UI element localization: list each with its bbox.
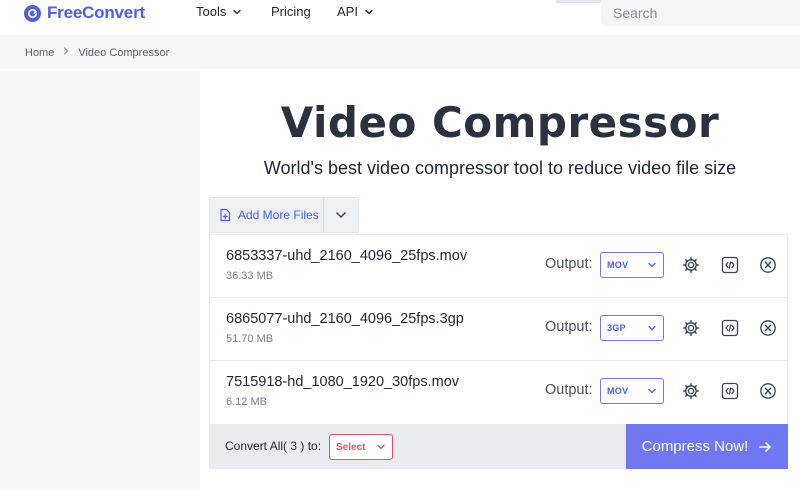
output-label: Output: <box>545 256 593 272</box>
chevron-down-icon <box>648 388 656 394</box>
add-more-files-label: Add More Files <box>238 208 319 222</box>
nav-tools[interactable]: Tools <box>196 4 242 19</box>
chevron-down-icon <box>377 444 385 450</box>
chevron-down-icon <box>233 9 242 14</box>
chevron-down-icon <box>648 325 656 331</box>
output-format-select[interactable]: MOV <box>600 378 664 404</box>
file-plus-icon <box>220 208 231 222</box>
nav-pricing-label: Pricing <box>271 4 311 19</box>
code-icon[interactable] <box>720 255 740 275</box>
add-more-files-button[interactable]: Add More Files <box>210 198 323 232</box>
left-pane <box>0 70 200 490</box>
gear-icon[interactable] <box>681 255 701 275</box>
file-size: 36.33 MB <box>226 270 274 282</box>
file-list: 6853337-uhd_2160_4096_25fps.mov 36.33 MB… <box>209 234 788 425</box>
nav-tools-label: Tools <box>196 4 227 19</box>
file-size: 51.70 MB <box>226 333 274 345</box>
page-title: Video Compressor <box>280 98 720 147</box>
nav-api-label: API <box>337 4 358 19</box>
main-content: Video Compressor World's best video comp… <box>0 70 800 490</box>
file-name: 6853337-uhd_2160_4096_25fps.mov <box>226 248 468 264</box>
add-files-control: Add More Files <box>209 197 359 233</box>
output-format-value: 3GP <box>607 323 626 333</box>
add-files-dropdown-toggle[interactable] <box>322 198 359 232</box>
output-format-select[interactable]: MOV <box>600 252 664 278</box>
nav-pricing[interactable]: Pricing <box>271 4 311 19</box>
search-input[interactable] <box>613 3 793 23</box>
convert-all-label: Convert All( 3 ) to: <box>225 439 322 453</box>
chevron-down-icon <box>365 9 373 14</box>
close-circle-icon[interactable] <box>758 381 778 401</box>
code-icon[interactable] <box>720 318 740 338</box>
breadcrumb-home[interactable]: Home <box>25 47 54 59</box>
convert-all-bar: Convert All( 3 ) to: Select Compress Now… <box>209 424 788 469</box>
chevron-down-icon <box>336 212 346 218</box>
output-label: Output: <box>545 319 593 335</box>
output-format-select[interactable]: 3GP <box>600 315 664 341</box>
file-name: 6865077-uhd_2160_4096_25fps.3gp <box>226 311 464 327</box>
file-size: 6.12 MB <box>226 396 267 408</box>
file-row: 6853337-uhd_2160_4096_25fps.mov 36.33 MB… <box>210 235 787 298</box>
top-nav: FreeConvert Tools Pricing API <box>0 0 800 34</box>
brand-name: FreeConvert <box>47 3 145 22</box>
gear-icon[interactable] <box>681 381 701 401</box>
output-format-value: MOV <box>607 260 629 270</box>
close-circle-icon[interactable] <box>758 255 778 275</box>
compress-now-button[interactable]: Compress Now! <box>626 424 788 469</box>
chevron-down-icon <box>648 262 656 268</box>
file-row: 6865077-uhd_2160_4096_25fps.3gp 51.70 MB… <box>210 298 787 361</box>
file-row: 7515918-hd_1080_1920_30fps.mov 6.12 MB O… <box>210 361 787 424</box>
breadcrumb: Home Video Compressor <box>0 35 800 69</box>
output-label: Output: <box>545 382 593 398</box>
close-circle-icon[interactable] <box>758 318 778 338</box>
chevron-right-icon <box>62 47 70 58</box>
convert-all-select-value: Select <box>336 441 366 453</box>
file-name: 7515918-hd_1080_1920_30fps.mov <box>226 374 460 390</box>
refresh-circle-icon <box>24 4 41 22</box>
breadcrumb-current[interactable]: Video Compressor <box>78 47 169 59</box>
compress-now-label: Compress Now! <box>641 438 749 455</box>
code-icon[interactable] <box>720 381 740 401</box>
search-box[interactable] <box>601 0 800 26</box>
page-subtitle: World's best video compressor tool to re… <box>263 158 737 178</box>
brand-logo[interactable]: FreeConvert <box>24 3 145 23</box>
gear-icon[interactable] <box>681 318 701 338</box>
nav-api[interactable]: API <box>337 4 374 19</box>
output-format-value: MOV <box>607 386 629 396</box>
convert-all-select[interactable]: Select <box>329 434 393 460</box>
arrow-right-icon <box>759 441 772 452</box>
